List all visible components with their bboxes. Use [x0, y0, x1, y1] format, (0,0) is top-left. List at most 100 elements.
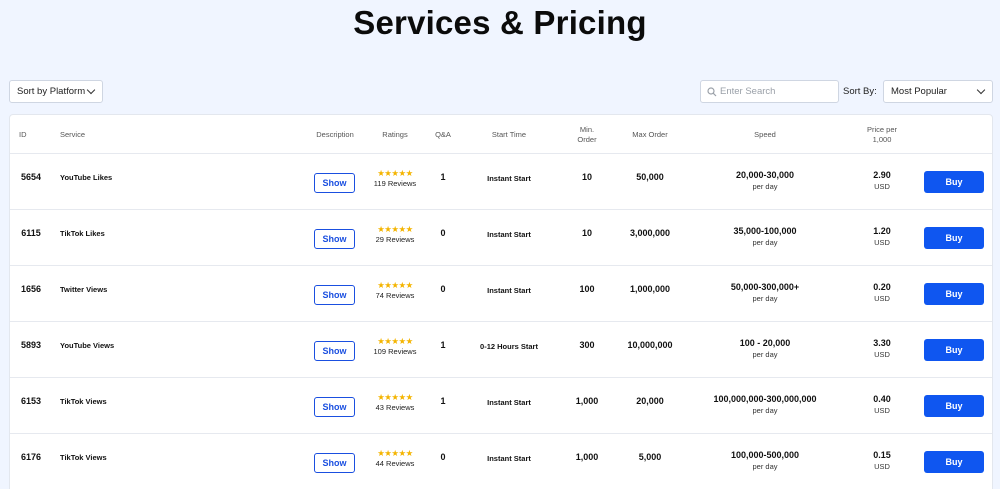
price-currency: USD: [874, 182, 890, 191]
price: 0.40 USD: [860, 394, 904, 415]
buy-button[interactable]: Buy: [924, 227, 984, 249]
price-currency: USD: [874, 294, 890, 303]
service-name: YouTube Views: [60, 341, 115, 350]
start-time: Instant Start: [487, 454, 531, 463]
service-id: 6176: [20, 452, 42, 462]
review-count: 29 Reviews: [375, 235, 415, 244]
price: 0.15 USD: [860, 450, 904, 471]
header-price: Price per 1,000: [866, 125, 897, 144]
header-description: Description: [316, 130, 354, 139]
chevron-down-icon: [976, 85, 986, 95]
max-order: 1,000,000: [629, 284, 671, 294]
max-order: 50,000: [636, 172, 664, 182]
rating: ★★★★★ 74 Reviews: [365, 280, 425, 301]
table-row: 5893 YouTube Views Show ★★★★★ 109 Review…: [10, 322, 992, 378]
price-currency: USD: [874, 462, 890, 471]
rating: ★★★★★ 119 Reviews: [365, 168, 425, 189]
table-row: 6176 TikTok Views Show ★★★★★ 44 Reviews …: [10, 434, 992, 489]
search-input[interactable]: [720, 86, 835, 97]
show-description-button[interactable]: Show: [314, 285, 355, 305]
start-time: Instant Start: [487, 398, 531, 407]
start-time: Instant Start: [487, 174, 531, 183]
buy-button[interactable]: Buy: [924, 339, 984, 361]
star-icon: ★★★★★: [377, 448, 413, 458]
header-ratings: Ratings: [382, 130, 408, 139]
star-icon: ★★★★★: [377, 168, 413, 178]
show-description-button[interactable]: Show: [314, 341, 355, 361]
rating: ★★★★★ 44 Reviews: [365, 448, 425, 469]
platform-select-label: Sort by Platform: [17, 86, 86, 97]
speed-unit: per day: [752, 462, 778, 471]
max-order: 10,000,000: [627, 340, 673, 350]
buy-button[interactable]: Buy: [924, 451, 984, 473]
table-row: 1656 Twitter Views Show ★★★★★ 74 Reviews…: [10, 266, 992, 322]
search-box[interactable]: [700, 80, 839, 103]
star-icon: ★★★★★: [377, 336, 413, 346]
speed: 100 - 20,000 per day: [695, 338, 835, 359]
start-time: 0-12 Hours Start: [480, 342, 538, 351]
page-title: Services & Pricing: [353, 4, 647, 41]
search-icon: [707, 86, 717, 96]
speed-value: 100 - 20,000: [739, 338, 791, 348]
speed-value: 35,000-100,000: [733, 226, 797, 236]
speed-unit: per day: [752, 182, 778, 191]
start-time: Instant Start: [487, 230, 531, 239]
price: 0.20 USD: [860, 282, 904, 303]
rating: ★★★★★ 43 Reviews: [365, 393, 425, 413]
max-order: 5,000: [638, 452, 662, 462]
speed: 50,000-300,000+ per day: [695, 282, 835, 303]
buy-button[interactable]: Buy: [924, 395, 984, 417]
qa-count: 0: [440, 452, 446, 462]
review-count: 74 Reviews: [375, 291, 415, 300]
chevron-down-icon: [86, 85, 96, 95]
header-speed: Speed: [754, 130, 776, 139]
price-value: 2.90: [873, 170, 891, 180]
price-value: 3.30: [873, 338, 891, 348]
show-description-button[interactable]: Show: [314, 229, 355, 249]
sort-select[interactable]: Most Popular: [883, 80, 993, 103]
table-row: 6153 TikTok Views Show ★★★★★ 43 Reviews …: [10, 378, 992, 434]
show-description-button[interactable]: Show: [314, 397, 355, 417]
speed-value: 50,000-300,000+: [730, 282, 800, 292]
speed-unit: per day: [752, 294, 778, 303]
price-value: 0.40: [873, 394, 891, 404]
speed-unit: per day: [752, 406, 778, 415]
qa-count: 1: [440, 340, 446, 350]
price-currency: USD: [874, 350, 890, 359]
start-time: Instant Start: [487, 286, 531, 295]
price-currency: USD: [874, 238, 890, 247]
min-order: 300: [579, 340, 595, 350]
header-id: ID: [19, 130, 27, 139]
qa-count: 0: [440, 228, 446, 238]
min-order: 100: [579, 284, 595, 294]
table-row: 5654 YouTube Likes Show ★★★★★ 119 Review…: [10, 154, 992, 210]
services-table: ID Service Description Ratings Q&A Start…: [9, 114, 993, 489]
service-name: TikTok Views: [60, 397, 107, 406]
min-order: 1,000: [575, 396, 599, 406]
show-description-button[interactable]: Show: [314, 173, 355, 193]
review-count: 44 Reviews: [375, 459, 415, 468]
show-description-button[interactable]: Show: [314, 453, 355, 473]
speed: 100,000,000-300,000,000 per day: [695, 394, 835, 415]
review-count: 109 Reviews: [373, 347, 417, 356]
header-service: Service: [60, 130, 86, 139]
max-order: 20,000: [636, 396, 664, 406]
buy-button[interactable]: Buy: [924, 283, 984, 305]
header-start-time: Start Time: [491, 130, 527, 139]
service-id: 6115: [21, 228, 41, 238]
speed-value: 100,000-500,000: [730, 450, 800, 460]
platform-select[interactable]: Sort by Platform: [9, 80, 103, 103]
price: 2.90 USD: [860, 170, 904, 191]
buy-button[interactable]: Buy: [924, 171, 984, 193]
speed-unit: per day: [752, 350, 778, 359]
table-row: 6115 TikTok Likes Show ★★★★★ 29 Reviews …: [10, 210, 992, 266]
max-order: 3,000,000: [629, 228, 671, 238]
speed-value: 100,000,000-300,000,000: [713, 394, 817, 404]
service-id: 1656: [20, 284, 42, 294]
price: 3.30 USD: [860, 338, 904, 359]
qa-count: 1: [440, 396, 446, 406]
speed: 100,000-500,000 per day: [695, 450, 835, 471]
star-icon: ★★★★★: [377, 280, 413, 290]
star-icon: ★★★★★: [377, 224, 413, 234]
service-id: 5893: [20, 340, 42, 350]
